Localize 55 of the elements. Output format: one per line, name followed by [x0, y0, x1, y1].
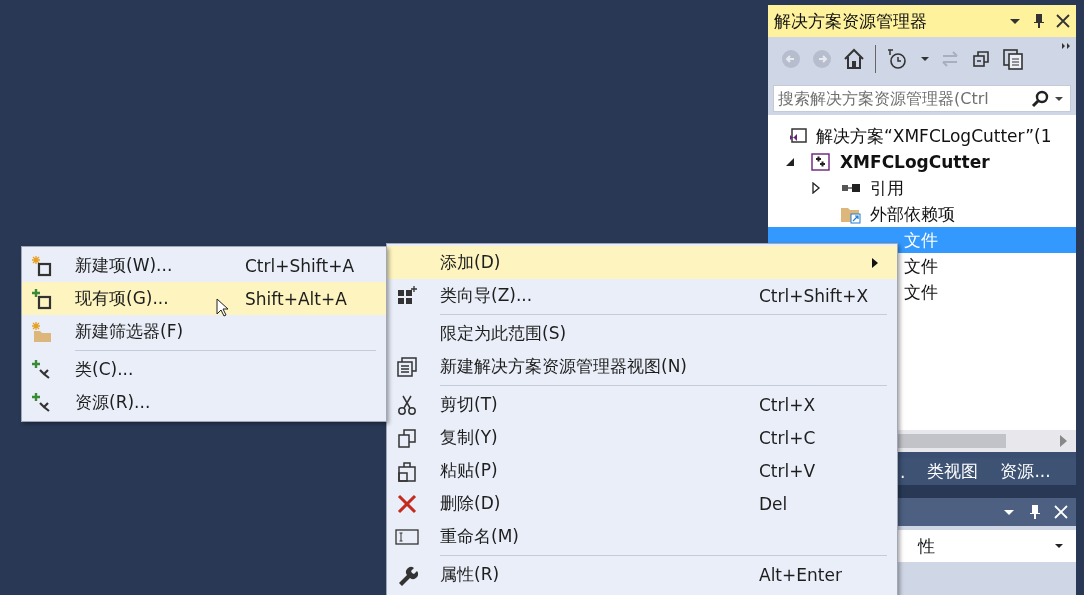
overflow-icon[interactable] [1062, 43, 1070, 49]
window-list-icon [396, 355, 418, 378]
menu-item[interactable]: 现有项(G)... Shift+Alt+A [22, 282, 386, 315]
menu-item[interactable]: 复制(Y) Ctrl+C [387, 421, 897, 454]
home-icon[interactable] [842, 46, 866, 71]
shortcut-text: Ctrl+V [759, 460, 816, 481]
solution-icon [788, 126, 808, 146]
tree-item[interactable]: XMFCLogCutter [768, 149, 1076, 175]
pin-icon[interactable] [1032, 13, 1046, 29]
menu-item[interactable]: 新建筛选器(F) [22, 315, 386, 348]
sparkle-square-icon [31, 254, 53, 277]
sparkle-folder-icon [31, 320, 53, 343]
menu-item[interactable]: 资源(R)... [22, 386, 386, 419]
shortcut-text: Del [759, 493, 788, 514]
delete-icon [396, 492, 418, 515]
search-field[interactable]: 搜索解决方案资源管理器(Ctrl [773, 85, 1071, 112]
shortcut-text: Ctrl+Shift+X [759, 285, 869, 306]
shortcut-text: Ctrl+Shift+A [245, 255, 354, 276]
menu-item[interactable]: 粘贴(P) Ctrl+V [387, 454, 897, 487]
shortcut-text: Ctrl+X [759, 394, 816, 415]
collapsed-arrow-icon[interactable] [810, 182, 822, 194]
menu-item[interactable]: 删除(D) Del [387, 487, 897, 520]
scroll-right-icon[interactable] [1058, 434, 1068, 448]
panel-title: 解决方案资源管理器 [774, 9, 928, 33]
caret-icon [1054, 541, 1064, 551]
tree-item[interactable]: 引用 [768, 175, 1076, 201]
copy-icon [396, 426, 418, 449]
expanded-arrow-icon[interactable] [784, 156, 796, 168]
project-icon [810, 152, 832, 172]
panel-tab[interactable]: 类视图 [923, 460, 983, 483]
menu-item[interactable]: 添加(D) [387, 246, 897, 279]
panel-tab[interactable]: 资源... [996, 460, 1055, 483]
cursor-icon [216, 298, 230, 318]
pages-icon[interactable] [1001, 46, 1025, 71]
search-icon [1030, 88, 1050, 109]
panel-tab[interactable]: . [896, 461, 910, 482]
close-icon[interactable] [1056, 14, 1070, 28]
clipboard-icon [396, 459, 418, 482]
tree-item[interactable]: 外部依赖项 [768, 201, 1076, 227]
menu-item[interactable]: 限定为此范围(S) [387, 317, 897, 350]
menu-item[interactable]: 新建项(W)... Ctrl+Shift+A [22, 249, 386, 282]
tree-item[interactable]: 解决方案“XMFCLogCutter”(1 [768, 123, 1076, 149]
submenu-arrow-icon [871, 258, 879, 268]
menu-item[interactable]: 类(C)... [22, 353, 386, 386]
shortcut-text: Alt+Enter [759, 564, 842, 585]
shortcut-text: Shift+Alt+A [245, 288, 347, 309]
rename-icon [395, 527, 419, 546]
scissors-icon [396, 393, 418, 416]
shortcut-text: Ctrl+C [759, 427, 816, 448]
pin-icon[interactable] [1028, 504, 1042, 520]
menu-item[interactable]: 类向导(Z)... Ctrl+Shift+X [387, 279, 897, 312]
menu-item[interactable]: 新建解决方案资源管理器视图(N) [387, 350, 897, 383]
plus-square-icon [31, 287, 53, 310]
menu-item[interactable]: 剪切(T) Ctrl+X [387, 388, 897, 421]
grid-sparkle-icon [396, 284, 418, 307]
